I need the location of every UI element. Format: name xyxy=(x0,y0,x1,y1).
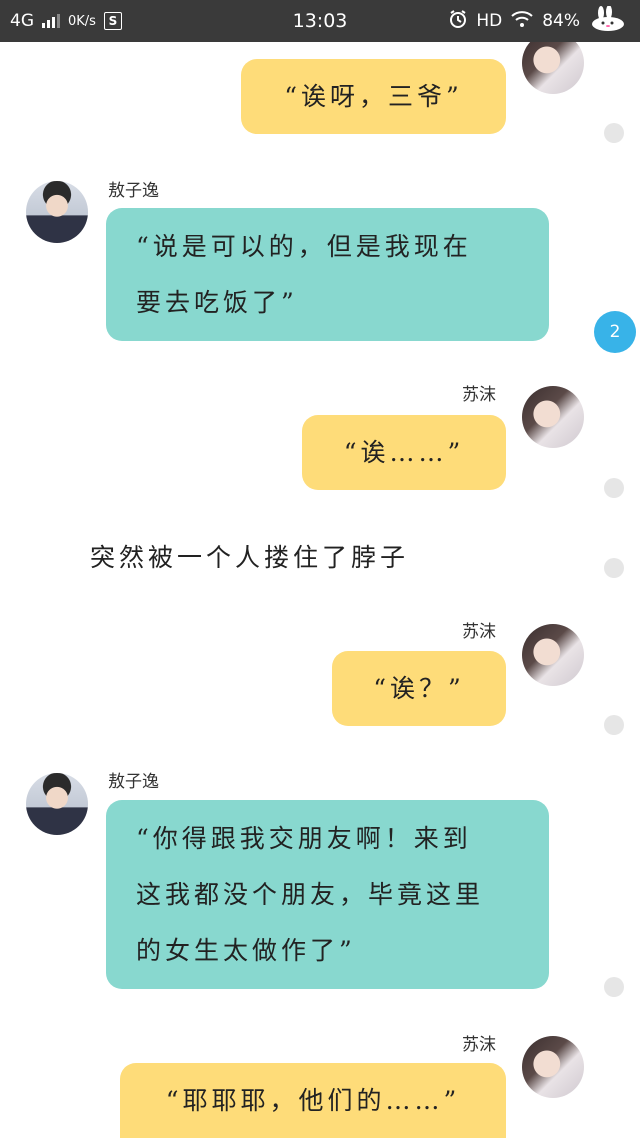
message-bubble[interactable]: “诶呀，三爷” xyxy=(241,59,506,134)
sender-name: 苏沫 xyxy=(462,385,496,405)
message-text: “诶？” xyxy=(373,674,465,703)
sender-name: 敖子逸 xyxy=(108,772,159,792)
message-line: 的女生太做作了” xyxy=(136,936,356,965)
message-bubble[interactable]: “诶？” xyxy=(332,651,506,726)
message-bubble[interactable]: “你得跟我交朋友啊！来到 这我都没个朋友，毕竟这里 的女生太做作了” xyxy=(106,800,549,989)
alarm-icon xyxy=(448,9,468,34)
read-indicator xyxy=(604,558,624,578)
chat-area[interactable]: “诶呀，三爷” 敖子逸 “说是可以的，但是我现在 要去吃饭了” 2 苏沫 “诶…… xyxy=(0,42,640,1138)
avatar-aoziyi[interactable] xyxy=(26,773,88,835)
message-line: 要去吃饭了” xyxy=(136,288,298,317)
sender-name: 苏沫 xyxy=(462,622,496,642)
avatar-sumo[interactable] xyxy=(522,1036,584,1098)
hd-label: HD xyxy=(476,11,503,31)
avatar-aoziyi[interactable] xyxy=(26,181,88,243)
message-bubble[interactable]: “说是可以的，但是我现在 要去吃饭了” xyxy=(106,208,549,341)
avatar-sumo[interactable] xyxy=(522,624,584,686)
message-bubble[interactable]: “耶耶耶，他们的……” xyxy=(120,1063,506,1138)
message-line: “说是可以的，但是我现在 xyxy=(136,232,472,261)
unread-badge[interactable]: 2 xyxy=(594,311,636,353)
read-indicator xyxy=(604,715,624,735)
message-text: “诶……” xyxy=(343,438,465,467)
sender-name: 苏沫 xyxy=(462,1035,496,1055)
sender-name: 敖子逸 xyxy=(108,181,159,201)
status-bar: 4G 0K/s S 13:03 HD 84% xyxy=(0,0,640,42)
read-indicator xyxy=(604,123,624,143)
avatar-sumo[interactable] xyxy=(522,386,584,448)
message-text: “诶呀，三爷” xyxy=(284,82,463,111)
bunny-icon xyxy=(588,4,628,37)
message-line: 这我都没个朋友，毕竟这里 xyxy=(136,880,485,909)
avatar-sumo[interactable] xyxy=(522,42,584,94)
narration-text: 突然被一个人搂住了脖子 xyxy=(90,543,410,572)
message-bubble[interactable]: “诶……” xyxy=(302,415,506,490)
message-line: “你得跟我交朋友啊！来到 xyxy=(136,824,472,853)
message-text: “耶耶耶，他们的……” xyxy=(165,1086,461,1115)
battery-percent: 84% xyxy=(542,11,580,31)
read-indicator xyxy=(604,977,624,997)
wifi-icon xyxy=(510,10,534,33)
read-indicator xyxy=(604,478,624,498)
status-right: HD 84% xyxy=(448,0,628,42)
